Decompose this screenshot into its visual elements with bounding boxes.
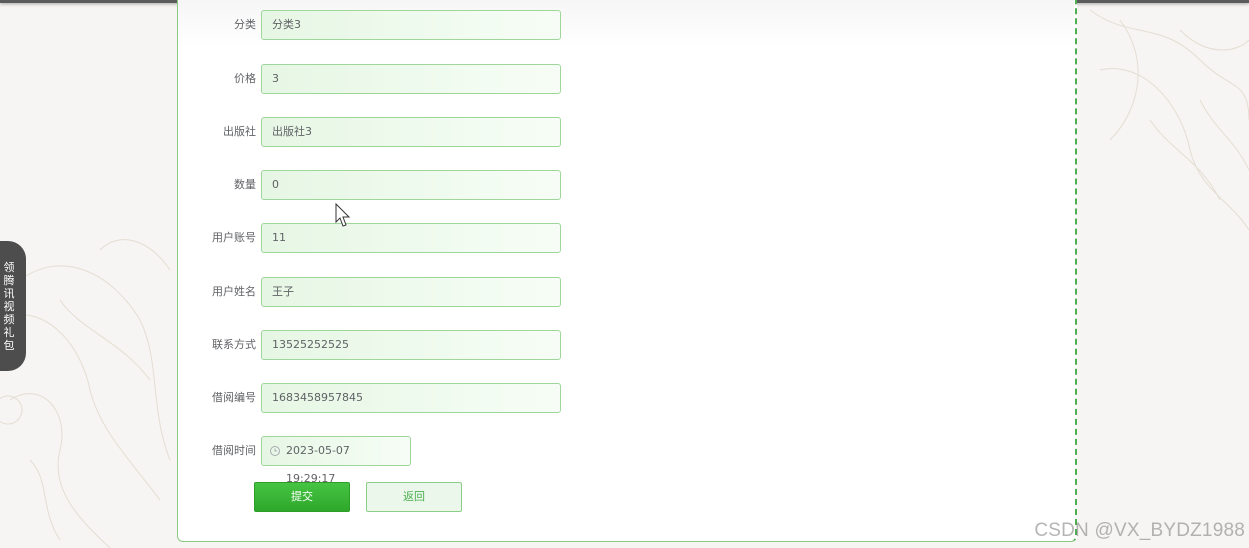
form-row-price: 价格 3 xyxy=(178,64,578,94)
contact-label: 联系方式 xyxy=(212,338,256,351)
quantity-input[interactable]: 0 xyxy=(261,170,561,200)
form-row-user-name: 用户姓名 王子 xyxy=(178,277,578,307)
side-promo-text: 领腾讯视频礼包 xyxy=(3,261,15,352)
quantity-label: 数量 xyxy=(234,178,256,191)
form-row-publisher: 出版社 出版社3 xyxy=(178,117,578,147)
form-row-borrow-time: 借阅时间 2023-05-07 19:29:17 xyxy=(178,436,578,485)
borrow-time-datepicker[interactable]: 2023-05-07 19:29:17 xyxy=(261,436,411,485)
price-label: 价格 xyxy=(234,72,256,85)
category-label: 分类 xyxy=(234,18,256,31)
back-button[interactable]: 返回 xyxy=(366,482,462,512)
submit-button[interactable]: 提交 xyxy=(254,482,350,512)
user-account-label: 用户账号 xyxy=(212,231,256,244)
mouse-cursor-icon xyxy=(335,203,351,227)
borrow-number-input[interactable]: 1683458957845 xyxy=(261,383,561,413)
user-name-label: 用户姓名 xyxy=(212,285,256,298)
publisher-label: 出版社 xyxy=(223,125,256,138)
borrow-number-label: 借阅编号 xyxy=(212,391,256,404)
form-row-category: 分类 分类3 xyxy=(178,10,578,40)
user-name-input[interactable]: 王子 xyxy=(261,277,561,307)
contact-input[interactable]: 13525252525 xyxy=(261,330,561,360)
form-row-quantity: 数量 0 xyxy=(178,170,578,200)
publisher-input[interactable]: 出版社3 xyxy=(261,117,561,147)
user-account-input[interactable]: 11 xyxy=(261,223,561,253)
form-row-borrow-number: 借阅编号 1683458957845 xyxy=(178,383,578,413)
borrow-time-label: 借阅时间 xyxy=(212,444,256,457)
category-input[interactable]: 分类3 xyxy=(261,10,561,40)
form-row-user-account: 用户账号 11 xyxy=(178,223,578,253)
form-row-contact: 联系方式 13525252525 xyxy=(178,330,578,360)
price-input[interactable]: 3 xyxy=(261,64,561,94)
watermark: CSDN @VX_BYDZ1988 xyxy=(1034,520,1245,541)
clock-icon xyxy=(270,446,280,456)
side-promo-tab[interactable]: 领腾讯视频礼包 xyxy=(0,241,26,371)
